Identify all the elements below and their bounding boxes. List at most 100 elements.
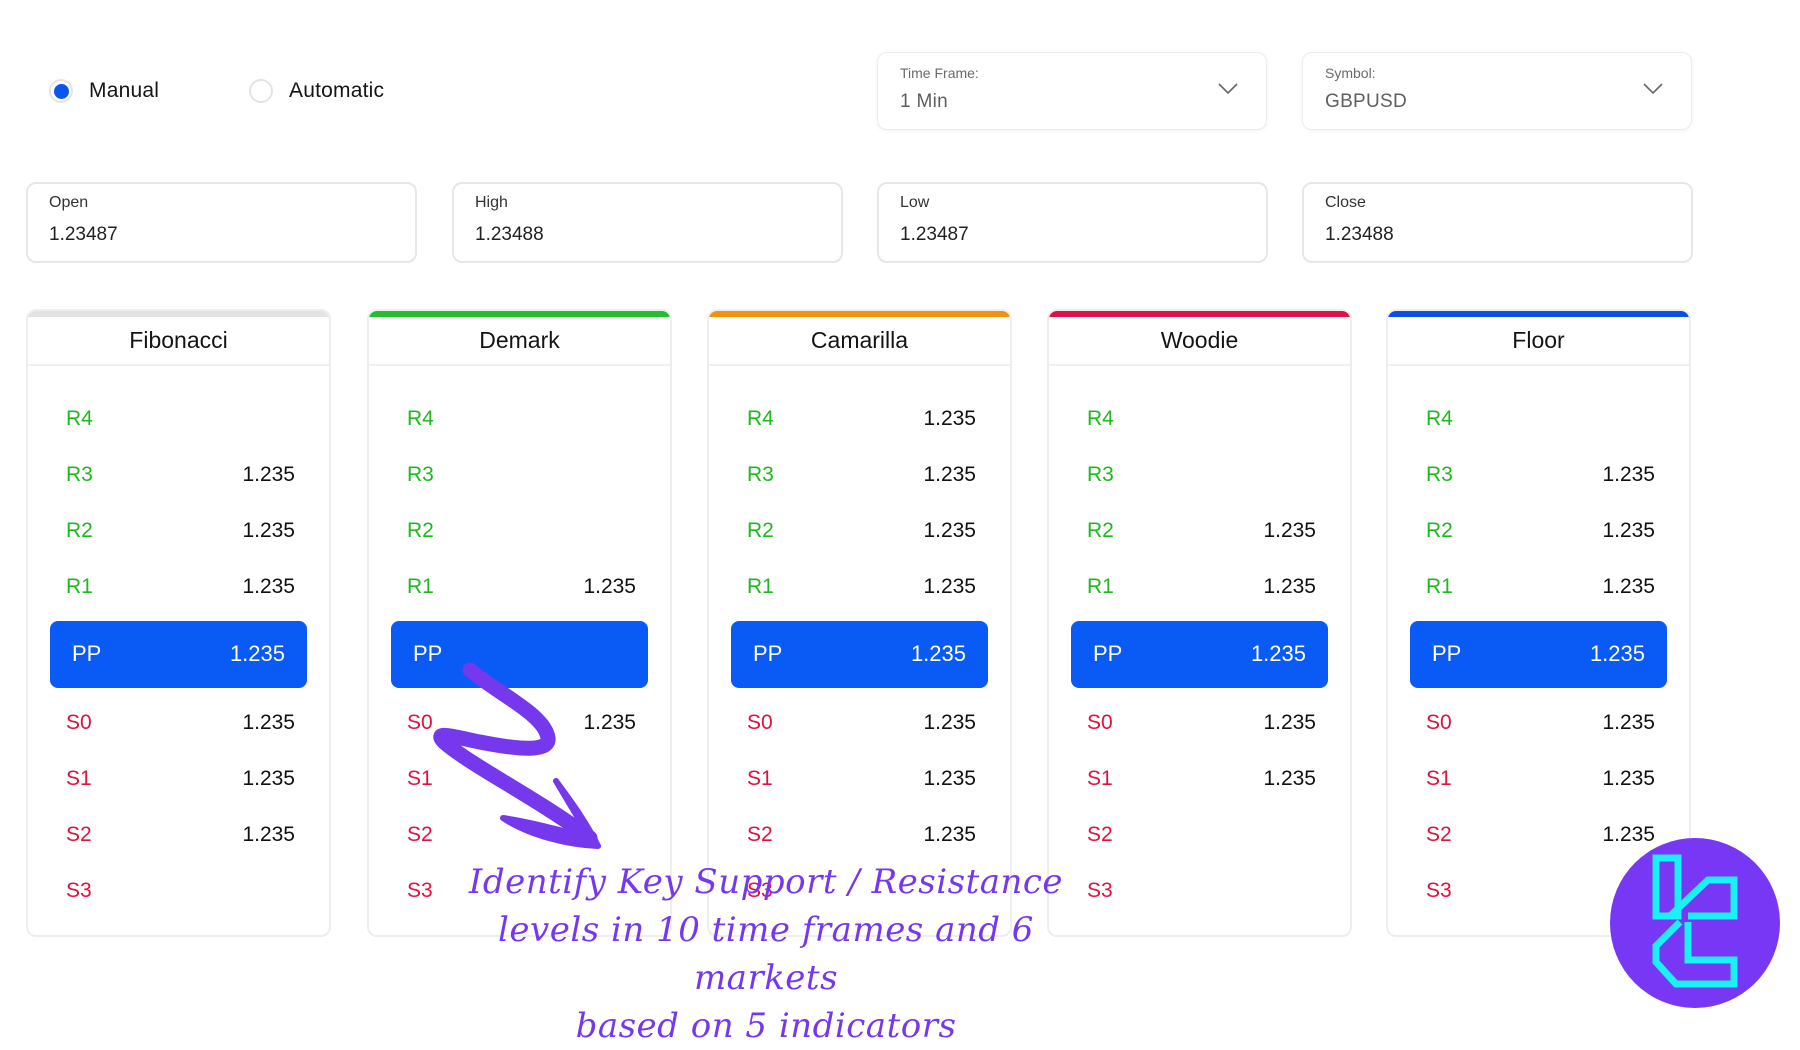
- level-row-s1: S1 1.235: [1388, 759, 1689, 799]
- radio-automatic[interactable]: Automatic: [249, 73, 384, 109]
- level-row-r2: R2 1.235: [709, 511, 1010, 551]
- level-name: S0: [66, 711, 92, 734]
- level-name: S2: [407, 823, 433, 846]
- level-value: 1.235: [1263, 519, 1316, 542]
- card-title: Camarilla: [709, 317, 1010, 366]
- level-row-s1: S1 1.235: [709, 759, 1010, 799]
- indicator-card-demark: Demark R4 R3 R2 R1 1.235 PP S0 1.235 S1 S2 S3: [367, 309, 672, 937]
- level-row-r3: R3: [369, 455, 670, 495]
- level-value: 1.235: [1602, 767, 1655, 790]
- level-row-s2: S2: [369, 815, 670, 855]
- level-value: 1.235: [923, 463, 976, 486]
- radio-selected-dot: [53, 83, 69, 99]
- level-name: S1: [747, 767, 773, 790]
- level-row-s0: S0 1.235: [28, 703, 329, 743]
- level-name: R2: [66, 519, 93, 542]
- level-name: PP: [753, 641, 783, 666]
- level-name: S3: [66, 879, 92, 902]
- level-name: PP: [413, 641, 443, 666]
- level-value: 1.235: [923, 767, 976, 790]
- level-value: 1.235: [1602, 519, 1655, 542]
- level-name: S2: [747, 823, 773, 846]
- level-name: S1: [1087, 767, 1113, 790]
- pivot-point-row[interactable]: PP 1.235: [1071, 621, 1328, 688]
- level-name: R1: [747, 575, 774, 598]
- high-field[interactable]: High: [452, 182, 843, 263]
- level-row-r2: R2 1.235: [1049, 511, 1350, 551]
- level-name: R4: [1087, 407, 1114, 430]
- level-name: S3: [1426, 879, 1452, 902]
- level-name: S2: [1426, 823, 1452, 846]
- level-value: 1.235: [583, 711, 636, 734]
- card-title: Fibonacci: [28, 317, 329, 366]
- indicator-card-camarilla: Camarilla R4 1.235 R3 1.235 R2 1.235 R1 1.235 PP 1…: [707, 309, 1012, 937]
- level-value: 1.235: [1250, 641, 1306, 666]
- level-value: 1.235: [242, 711, 295, 734]
- radio-manual[interactable]: Manual: [49, 73, 159, 109]
- symbol-select[interactable]: Symbol: GBPUSD: [1302, 52, 1692, 130]
- radio-automatic-circle[interactable]: [249, 79, 273, 103]
- time-frame-select[interactable]: Time Frame: 1 Min: [877, 52, 1267, 130]
- level-name: R3: [747, 463, 774, 486]
- pivot-point-row[interactable]: PP 1.235: [731, 621, 988, 688]
- radio-manual-circle[interactable]: [49, 79, 73, 103]
- level-name: S3: [1087, 879, 1113, 902]
- level-value: 1.235: [1602, 711, 1655, 734]
- low-field[interactable]: Low: [877, 182, 1268, 263]
- level-row-s1: S1 1.235: [1049, 759, 1350, 799]
- level-row-s2: S2 1.235: [709, 815, 1010, 855]
- level-row-s1: S1 1.235: [28, 759, 329, 799]
- low-input[interactable]: [900, 224, 1230, 246]
- low-label: Low: [900, 194, 930, 211]
- level-name: R4: [1426, 407, 1453, 430]
- indicator-card-fibonacci: Fibonacci R4 R3 1.235 R2 1.235 R1 1.235 PP 1.235 S…: [26, 309, 331, 937]
- level-row-r3: R3 1.235: [709, 455, 1010, 495]
- level-value: 1.235: [1263, 767, 1316, 790]
- symbol-value: GBPUSD: [1325, 91, 1408, 112]
- level-row-r2: R2: [369, 511, 670, 551]
- level-value: 1.235: [242, 463, 295, 486]
- level-value: 1.235: [242, 519, 295, 542]
- level-value: 1.235: [1602, 463, 1655, 486]
- card-title: Woodie: [1049, 317, 1350, 366]
- high-input[interactable]: [475, 224, 805, 246]
- level-name: R2: [1426, 519, 1453, 542]
- level-value: 1.235: [242, 823, 295, 846]
- level-value: 1.235: [1263, 575, 1316, 598]
- pivot-point-row[interactable]: PP 1.235: [1410, 621, 1667, 688]
- chevron-down-icon[interactable]: [1643, 83, 1663, 95]
- annotation-line: Identify Key Support / Resistance: [468, 862, 1064, 902]
- close-input[interactable]: [1325, 224, 1655, 246]
- level-value: 1.235: [923, 575, 976, 598]
- level-row-s0: S0 1.235: [1388, 703, 1689, 743]
- level-value: 1.235: [1263, 711, 1316, 734]
- open-input[interactable]: [49, 224, 379, 246]
- annotation-line: levels in 10 time frames and 6 markets: [498, 910, 1034, 998]
- level-name: R2: [407, 519, 434, 542]
- level-value: 1.235: [1602, 575, 1655, 598]
- level-value: 1.235: [923, 407, 976, 430]
- level-value: 1.235: [923, 519, 976, 542]
- level-name: S1: [66, 767, 92, 790]
- symbol-caption: Symbol:: [1325, 65, 1376, 81]
- level-row-r1: R1 1.235: [369, 567, 670, 607]
- level-value: 1.235: [910, 641, 966, 666]
- chevron-down-icon[interactable]: [1218, 83, 1238, 95]
- level-row-r2: R2 1.235: [28, 511, 329, 551]
- radio-automatic-label: Automatic: [289, 79, 385, 102]
- pivot-point-row[interactable]: PP: [391, 621, 648, 688]
- level-name: S1: [407, 767, 433, 790]
- level-name: R3: [1087, 463, 1114, 486]
- close-label: Close: [1325, 194, 1366, 211]
- level-name: R4: [66, 407, 93, 430]
- level-name: PP: [1093, 641, 1123, 666]
- open-field[interactable]: Open: [26, 182, 417, 263]
- close-field[interactable]: Close: [1302, 182, 1693, 263]
- level-row-s1: S1: [369, 759, 670, 799]
- level-name: R1: [407, 575, 434, 598]
- level-row-r3: R3: [1049, 455, 1350, 495]
- level-row-r1: R1 1.235: [28, 567, 329, 607]
- pivot-point-row[interactable]: PP 1.235: [50, 621, 307, 688]
- level-row-r1: R1 1.235: [709, 567, 1010, 607]
- level-name: S1: [1426, 767, 1452, 790]
